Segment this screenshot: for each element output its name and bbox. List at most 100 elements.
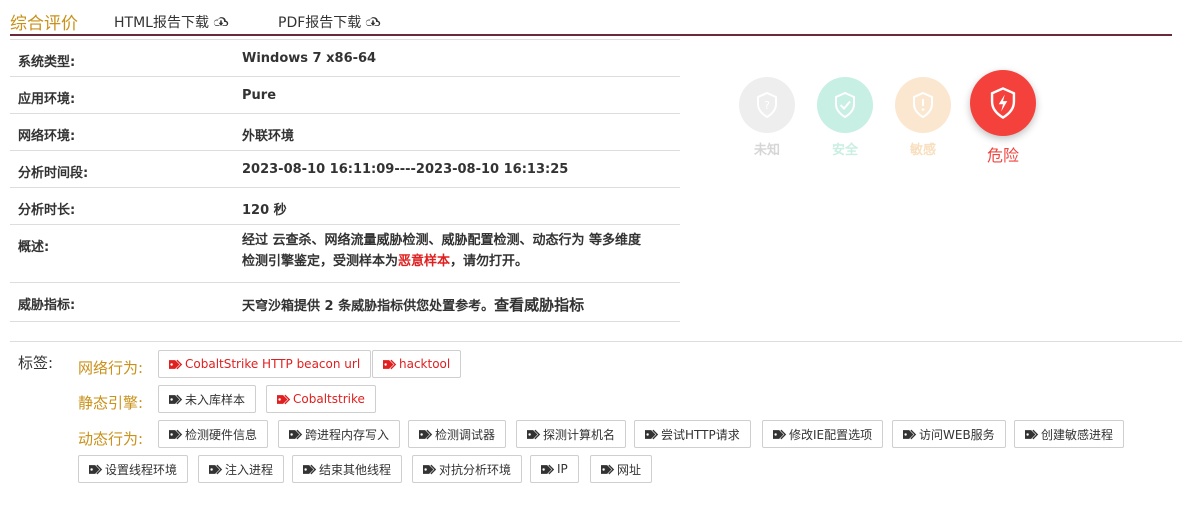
- verdict-safe-label: 安全: [831, 143, 858, 158]
- time-range-value: 2023-08-10 16:11:09----2023-08-10 16:13:…: [242, 162, 569, 177]
- analysis-info-table: 系统类型: Windows 7 x86-64 应用环境: Pure 网络环境: …: [10, 39, 680, 322]
- pdf-report-download-link[interactable]: PDF报告下载: [278, 12, 381, 32]
- net-env-label: 网络环境:: [18, 129, 76, 144]
- tag-label: 跨进程内存写入: [305, 427, 390, 442]
- system-type-label: 系统类型:: [18, 55, 76, 70]
- svg-text:?: ?: [764, 99, 770, 112]
- duration-label: 分析时长:: [18, 203, 76, 218]
- summary-row: 概述: 经过 云查杀、网络流量威胁检测、威胁配置检测、动态行为 等多维度 检测引…: [10, 225, 680, 283]
- tag-label: 探测计算机名: [543, 427, 616, 442]
- app-env-row: 应用环境: Pure: [10, 77, 680, 114]
- tag-icon: [209, 464, 223, 474]
- tag-icon: [541, 464, 555, 474]
- tag-label: 检测调试器: [435, 427, 496, 442]
- duration-value: 120 秒: [242, 203, 287, 218]
- tag-label: 访问WEB服务: [919, 427, 995, 442]
- tag-icon: [383, 359, 397, 369]
- time-range-label: 分析时间段:: [18, 166, 89, 181]
- network-behavior-label: 网络行为:: [78, 359, 144, 377]
- tag-icon: [289, 429, 303, 439]
- tag-dynamic-5[interactable]: 修改IE配置选项: [762, 420, 884, 448]
- system-type-value: Windows 7 x86-64: [242, 51, 377, 66]
- summary-line-2: 检测引擎鉴定，受测样本为恶意样本，请勿打开。: [242, 251, 672, 272]
- tag-static-1[interactable]: Cobaltstrike: [266, 385, 376, 413]
- tag-network-0[interactable]: CobaltStrike HTTP beacon url: [158, 350, 372, 378]
- tag-icon: [773, 429, 787, 439]
- report-header: 综合评价 HTML报告下载 PDF报告下载: [10, 0, 1172, 36]
- summary-line-2-suffix: ，请勿打开。: [450, 254, 529, 269]
- tag-icon: [89, 464, 103, 474]
- tag-dynamic-0[interactable]: 检测硬件信息: [158, 420, 269, 448]
- tag-label: 对抗分析环境: [439, 462, 512, 477]
- tag-dynamic-2[interactable]: 检测调试器: [408, 420, 507, 448]
- shield-question-icon: ?: [757, 91, 777, 119]
- pdf-download-label: PDF报告下载: [278, 15, 362, 31]
- tag-dynamic-4[interactable]: 尝试HTTP请求: [634, 420, 751, 448]
- html-report-download-link[interactable]: HTML报告下载: [114, 12, 229, 32]
- tag-icon: [645, 429, 659, 439]
- tag-icon: [527, 429, 541, 439]
- app-env-label: 应用环境:: [18, 92, 76, 107]
- verdict-unknown: ? 未知: [738, 77, 796, 158]
- tag-dynamic-8[interactable]: 设置线程环境: [78, 455, 189, 483]
- tag-label: 结束其他线程: [319, 462, 392, 477]
- tag-dynamic-13[interactable]: 网址: [590, 455, 653, 483]
- tag-dynamic-9[interactable]: 注入进程: [198, 455, 285, 483]
- net-env-value: 外联环境: [242, 129, 295, 144]
- net-env-row: 网络环境: 外联环境: [10, 114, 680, 151]
- verdict-danger: 危险: [968, 70, 1038, 166]
- indicators-value: 天穹沙箱提供 2 条威胁指标供您处置参考。查看威胁指标: [242, 294, 584, 315]
- tag-dynamic-3[interactable]: 探测计算机名: [516, 420, 627, 448]
- time-range-row: 分析时间段: 2023-08-10 16:11:09----2023-08-10…: [10, 151, 680, 188]
- tag-icon: [169, 429, 183, 439]
- indicators-label: 威胁指标:: [18, 298, 76, 313]
- tag-icon: [303, 464, 317, 474]
- tag-label: 注入进程: [225, 462, 274, 477]
- tag-dynamic-7[interactable]: 创建敏感进程: [1014, 420, 1125, 448]
- tag-label: 检测硬件信息: [185, 427, 258, 442]
- tag-icon: [419, 429, 433, 439]
- tag-dynamic-11[interactable]: 对抗分析环境: [412, 455, 523, 483]
- tag-icon: [169, 359, 183, 369]
- verdict-unknown-label: 未知: [753, 143, 780, 158]
- tag-label: 创建敏感进程: [1041, 427, 1114, 442]
- tag-dynamic-10[interactable]: 结束其他线程: [292, 455, 403, 483]
- duration-row: 分析时长: 120 秒: [10, 188, 680, 225]
- cloud-download-icon: [213, 17, 229, 27]
- view-indicators-link[interactable]: 查看威胁指标: [494, 296, 584, 314]
- html-download-label: HTML报告下载: [114, 15, 209, 31]
- tag-icon: [169, 394, 183, 404]
- tag-label: CobaltStrike HTTP beacon url: [185, 357, 361, 371]
- page-title: 综合评价: [10, 14, 78, 34]
- tag-static-0[interactable]: 未入库样本: [158, 385, 257, 413]
- tag-label: 尝试HTTP请求: [661, 427, 740, 442]
- tag-dynamic-1[interactable]: 跨进程内存写入: [278, 420, 401, 448]
- app-env-value: Pure: [242, 88, 277, 103]
- tag-icon: [423, 464, 437, 474]
- verdict-safe: 安全: [816, 77, 874, 158]
- summary-value: 经过 云查杀、网络流量威胁检测、威胁配置检测、动态行为 等多维度 检测引擎鉴定，…: [242, 230, 672, 272]
- shield-check-icon: [835, 91, 855, 119]
- tag-dynamic-12[interactable]: IP: [530, 455, 579, 483]
- tag-label: IP: [557, 462, 568, 476]
- verdict-unknown-circle: ?: [739, 77, 795, 133]
- verdict-sensitive: 敏感: [894, 77, 952, 158]
- verdict-safe-circle: [817, 77, 873, 133]
- tag-label: Cobaltstrike: [293, 392, 365, 406]
- tag-label: 修改IE配置选项: [789, 427, 873, 442]
- tags-divider: [10, 341, 1182, 342]
- tag-label: hacktool: [399, 357, 451, 371]
- verdict-danger-circle: [970, 70, 1036, 136]
- tag-icon: [277, 394, 291, 404]
- verdict-sensitive-circle: [895, 77, 951, 133]
- system-type-row: 系统类型: Windows 7 x86-64: [10, 40, 680, 77]
- verdict-sensitive-label: 敏感: [909, 143, 936, 158]
- summary-line-1: 经过 云查杀、网络流量威胁检测、威胁配置检测、动态行为 等多维度: [242, 233, 642, 248]
- tag-icon: [903, 429, 917, 439]
- tag-network-1[interactable]: hacktool: [372, 350, 462, 378]
- tag-dynamic-6[interactable]: 访问WEB服务: [892, 420, 1006, 448]
- malicious-sample-text: 恶意样本: [398, 254, 451, 269]
- summary-line-2-prefix: 检测引擎鉴定，受测样本为: [242, 254, 399, 269]
- static-engine-label: 静态引擎:: [78, 394, 144, 412]
- tag-label: 设置线程环境: [105, 462, 178, 477]
